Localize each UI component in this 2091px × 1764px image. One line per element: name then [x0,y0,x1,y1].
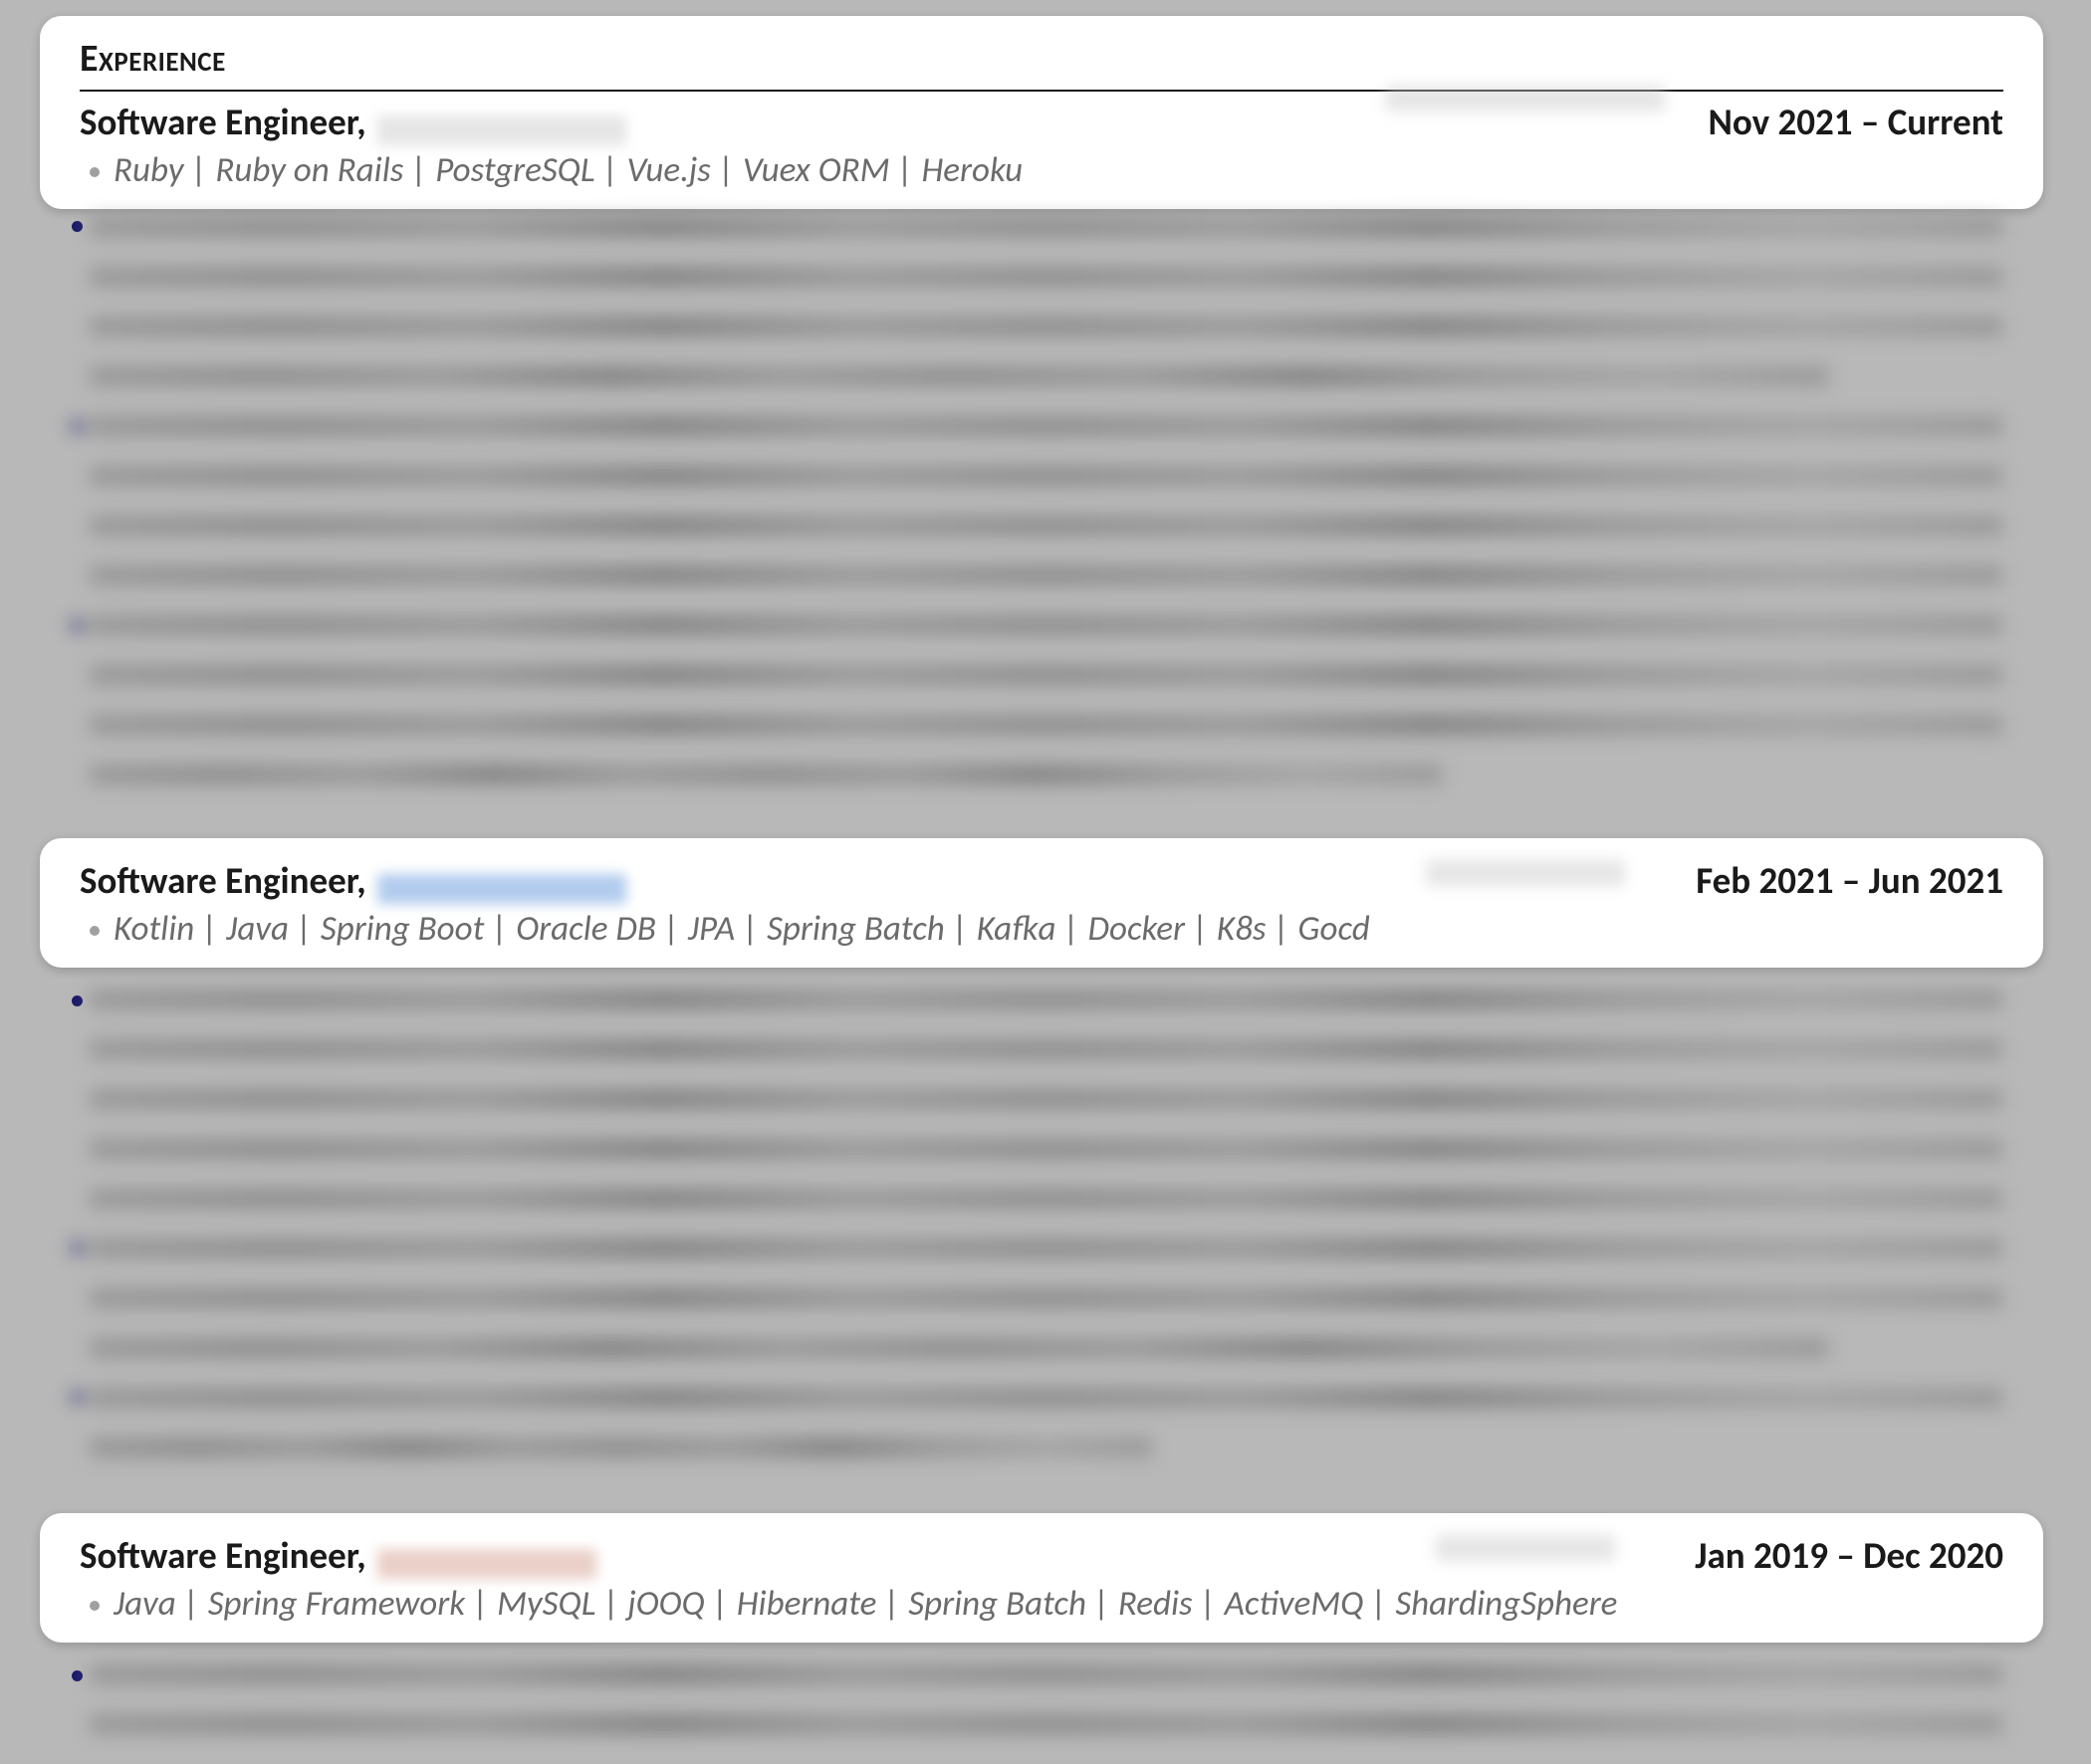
bullet-icon [72,421,83,432]
tech-stack-line: Kotlin | Java | Spring Boot | Oracle DB … [114,908,2003,950]
bullet-icon [72,1392,83,1403]
redacted-line [90,615,2002,635]
redacted-line [90,565,2002,585]
role-title: Software Engineer, [80,858,366,903]
redacted-line [90,1338,1828,1358]
redacted-line [90,416,2002,436]
redacted-line [90,1189,2002,1209]
redacted-line [90,217,2002,237]
redacted-line [90,267,2002,287]
redacted-line [90,1714,2002,1734]
role-title-wrap: Software Engineer, [80,100,626,145]
redacted-line [90,765,1442,784]
redacted-line [90,1664,2002,1684]
redacted-line [90,317,2002,336]
role-row: Software Engineer, Jan 2019 – Dec 2020 [80,1533,2003,1579]
role-dates: Nov 2021 – Current [1709,100,2004,144]
redacted-line [90,466,2002,486]
redacted-line [90,1238,2002,1258]
company-redacted [377,115,626,145]
role-dates: Jan 2019 – Dec 2020 [1695,1533,2003,1578]
bullet-icon [72,221,83,232]
experience-block-2: Software Engineer, Feb 2021 – Jun 2021 K… [40,838,2043,968]
tech-stack-line: Ruby | Ruby on Rails | PostgreSQL | Vue.… [114,149,2003,191]
redacted-line [90,1089,2002,1109]
experience-block-1: Experience Software Engineer, Nov 2021 –… [40,16,2043,209]
redacted-content-region [90,217,2021,814]
role-row: Software Engineer, Feb 2021 – Jun 2021 [80,858,2003,904]
experience-block-3: Software Engineer, Jan 2019 – Dec 2020 J… [40,1513,2043,1643]
role-title: Software Engineer, [80,1533,366,1578]
location-redacted [1426,860,1625,886]
redacted-line [90,1139,2002,1159]
section-header-experience: Experience [80,36,2003,92]
redacted-line [90,1288,2002,1308]
redacted-line [90,1039,2002,1059]
tech-stack-line: Java | Spring Framework | MySQL | jOOQ |… [114,1583,2003,1625]
redacted-line [90,516,2002,536]
redacted-line [90,990,2002,1009]
redacted-line [90,1388,2002,1408]
role-title-wrap: Software Engineer, [80,1533,596,1579]
redacted-line [90,715,2002,735]
bullet-icon [72,1670,83,1681]
bullet-icon [72,995,83,1006]
redacted-line [90,665,2002,685]
redacted-content-region [90,990,2021,1487]
redacted-content-region [90,1664,2021,1764]
role-row: Software Engineer, Nov 2021 – Current [80,100,2003,145]
bullet-icon [72,620,83,631]
company-redacted [377,874,626,904]
role-title-wrap: Software Engineer, [80,858,626,904]
company-redacted [377,1549,596,1579]
location-redacted [1386,86,1665,111]
role-dates: Feb 2021 – Jun 2021 [1696,858,2003,903]
redacted-line [90,366,1828,386]
resume-page: Experience Software Engineer, Nov 2021 –… [0,0,2091,1742]
redacted-line [90,1437,1152,1457]
role-title: Software Engineer, [80,100,366,144]
bullet-icon [72,1242,83,1253]
location-redacted [1436,1535,1615,1561]
